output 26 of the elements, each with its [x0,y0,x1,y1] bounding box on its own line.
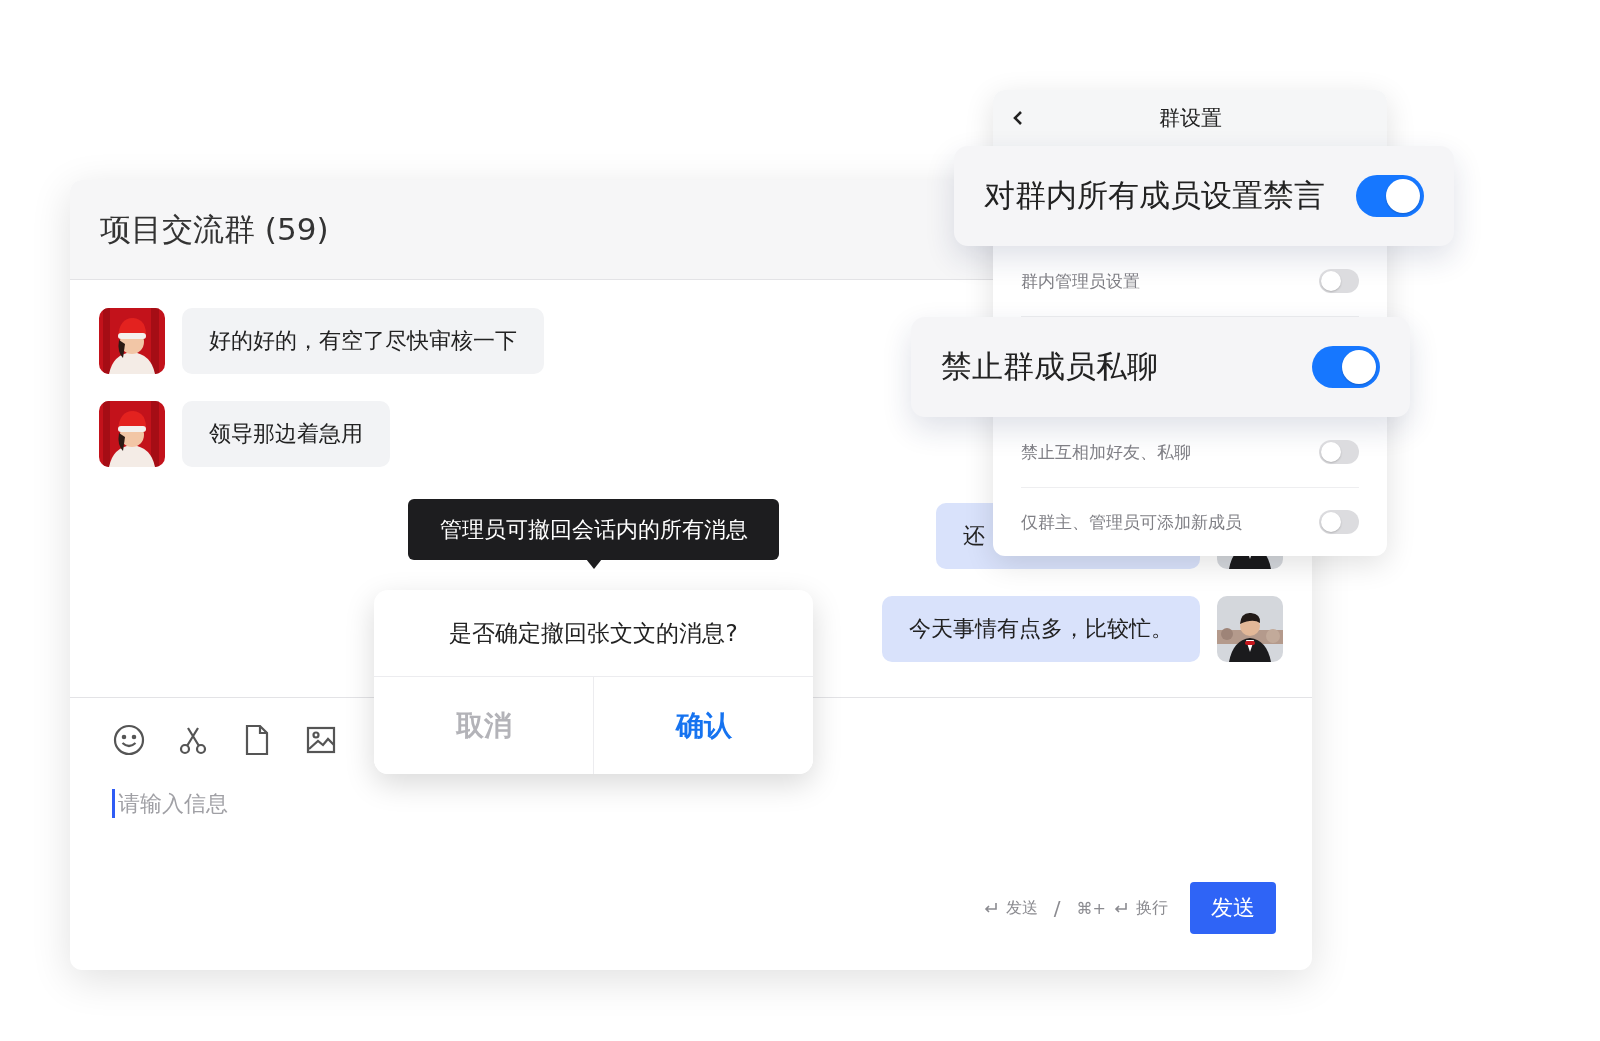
tooltip-arrow [586,559,602,569]
tooltip: 管理员可撤回会话内的所有消息 [408,499,779,560]
panel-title: 群设置 [1158,105,1222,132]
return-icon [1114,902,1128,914]
hint-text: ⌘+ [1076,898,1106,918]
toggle-switch[interactable] [1312,346,1380,388]
return-icon [983,902,998,914]
setting-label: 群内管理员设置 [1021,269,1140,293]
setting-label: 禁止互相加好友、私聊 [1021,440,1191,464]
toggle-switch[interactable] [1356,175,1424,217]
message-bubble: 今天事情有点多，比较忙。 [882,596,1200,662]
toggle-switch[interactable] [1319,440,1359,464]
hint-separator: / [1053,896,1061,920]
toggle-switch[interactable] [1319,269,1359,293]
hint-text: 发送 [1005,897,1038,919]
chat-title: 项目交流群 (59) [100,209,329,249]
message-bubble: 好的好的，有空了尽快审核一下 [182,308,544,374]
send-button[interactable]: 发送 [1190,882,1276,934]
hint-text: 换行 [1136,897,1168,919]
smiley-icon[interactable] [112,723,146,757]
toggle-switch[interactable] [1319,510,1359,534]
setting-label: 禁止群成员私聊 [941,347,1158,386]
confirm-button[interactable]: 确认 [594,677,813,774]
message-input[interactable]: 请输入信息 [112,789,518,818]
message-bubble: 领导那边着急用 [182,401,390,467]
setting-label: 对群内所有成员设置禁言 [984,176,1325,215]
